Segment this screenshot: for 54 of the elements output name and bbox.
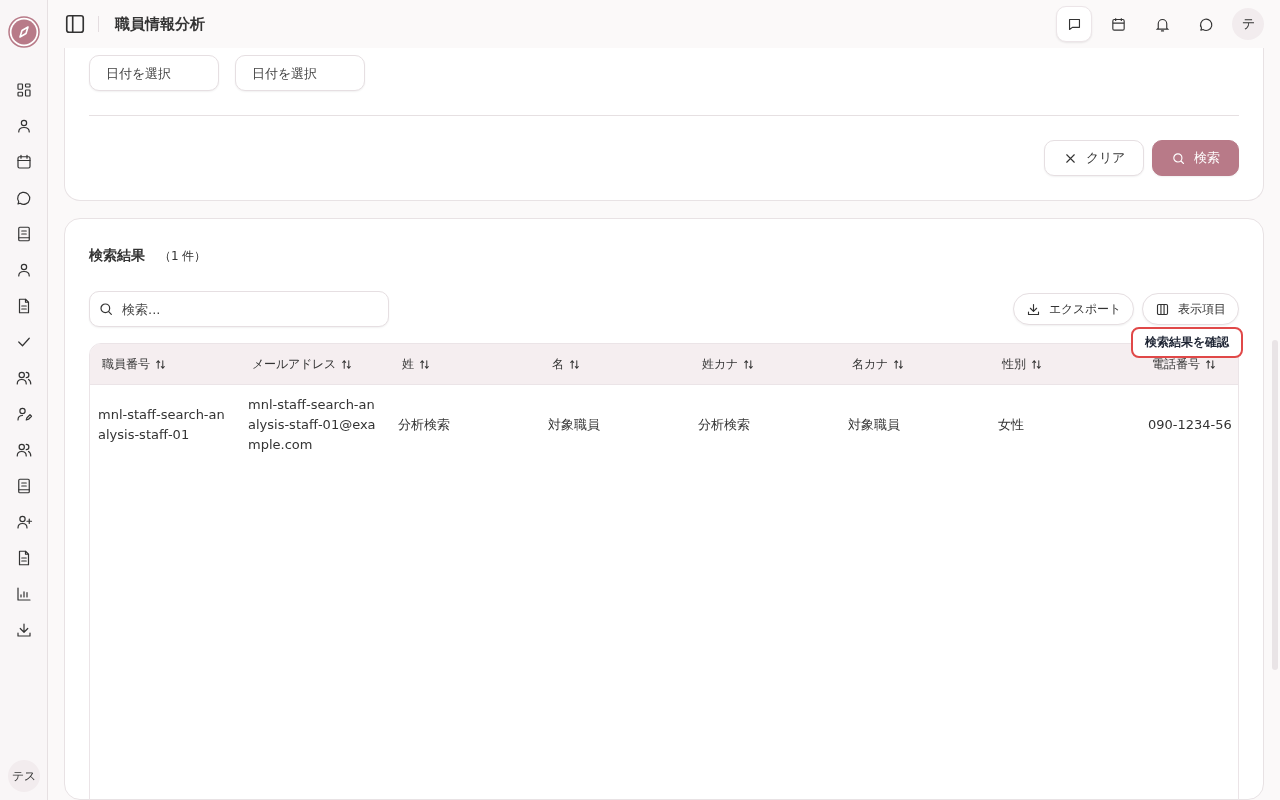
- sort-icon[interactable]: [155, 359, 166, 370]
- sort-icon[interactable]: [341, 359, 352, 370]
- table-cell-text: 090-1234-56: [1147, 416, 1233, 434]
- columns-icon: [1155, 301, 1170, 317]
- calendar-icon[interactable]: [14, 153, 33, 171]
- person-pencil-icon[interactable]: [14, 405, 33, 423]
- tooltip: 検索結果を確認: [1131, 327, 1243, 358]
- date-field[interactable]: 日付を選択: [235, 55, 365, 91]
- export-button[interactable]: エクスポート: [1013, 293, 1134, 325]
- search-icon: [98, 301, 114, 317]
- table-cell-text: 分析検索: [697, 416, 751, 434]
- table-cell-text: mnl-staff-search-analysis-staff-01: [97, 406, 226, 444]
- date-field[interactable]: 日付を選択: [89, 55, 219, 91]
- sort-icon[interactable]: [743, 359, 754, 370]
- chat-bubble-icon[interactable]: [14, 189, 33, 207]
- sort-icon[interactable]: [569, 359, 580, 370]
- user-avatar[interactable]: テス: [7, 760, 40, 792]
- table-cell-text: 対象職員: [547, 416, 601, 434]
- result-count: （1 件）: [159, 248, 207, 265]
- download-icon[interactable]: [14, 621, 33, 639]
- column-label: 性別: [1002, 356, 1026, 373]
- search-icon: [1171, 150, 1186, 166]
- clear-button[interactable]: クリア: [1044, 140, 1144, 176]
- table-cell-text: mnl-staff-search-analysis-staff-01@example.com: [247, 396, 377, 454]
- column-label: 姓: [402, 356, 414, 373]
- download-icon: [1026, 301, 1041, 317]
- table-cell-text: 女性: [997, 416, 1025, 434]
- people-icon[interactable]: [14, 441, 33, 459]
- table-cell-text: 分析検索: [397, 416, 451, 434]
- search-field[interactable]: 検索...: [89, 291, 389, 327]
- column-label: メールアドレス: [252, 356, 336, 373]
- results-title: 検索結果: [89, 247, 145, 265]
- sort-icon[interactable]: [1031, 359, 1042, 370]
- column-label: 電話番号: [1152, 356, 1200, 373]
- compass-logo-icon[interactable]: [7, 16, 40, 48]
- columns-button[interactable]: 表示項目: [1142, 293, 1239, 325]
- people-icon[interactable]: [14, 369, 33, 387]
- column-label: 名: [552, 356, 564, 373]
- sidebar-toggle-icon[interactable]: [64, 13, 86, 35]
- person-plus-icon[interactable]: [14, 513, 33, 531]
- user-avatar[interactable]: テ: [1232, 8, 1264, 40]
- page-title: 職員情報分析: [115, 14, 205, 34]
- column-label: 姓カナ: [702, 356, 738, 373]
- table-cell-text: 対象職員: [847, 416, 901, 434]
- sort-icon[interactable]: [893, 359, 904, 370]
- bar-chart-icon[interactable]: [14, 585, 33, 603]
- messages-button[interactable]: [1056, 6, 1092, 42]
- dashboard-icon[interactable]: [14, 81, 33, 99]
- sort-icon[interactable]: [1205, 359, 1216, 370]
- column-label: 職員番号: [102, 356, 150, 373]
- calendar-icon[interactable]: [1109, 15, 1127, 33]
- column-label: 名カナ: [852, 356, 888, 373]
- sort-icon[interactable]: [419, 359, 430, 370]
- chat-bubble-icon[interactable]: [1197, 15, 1215, 33]
